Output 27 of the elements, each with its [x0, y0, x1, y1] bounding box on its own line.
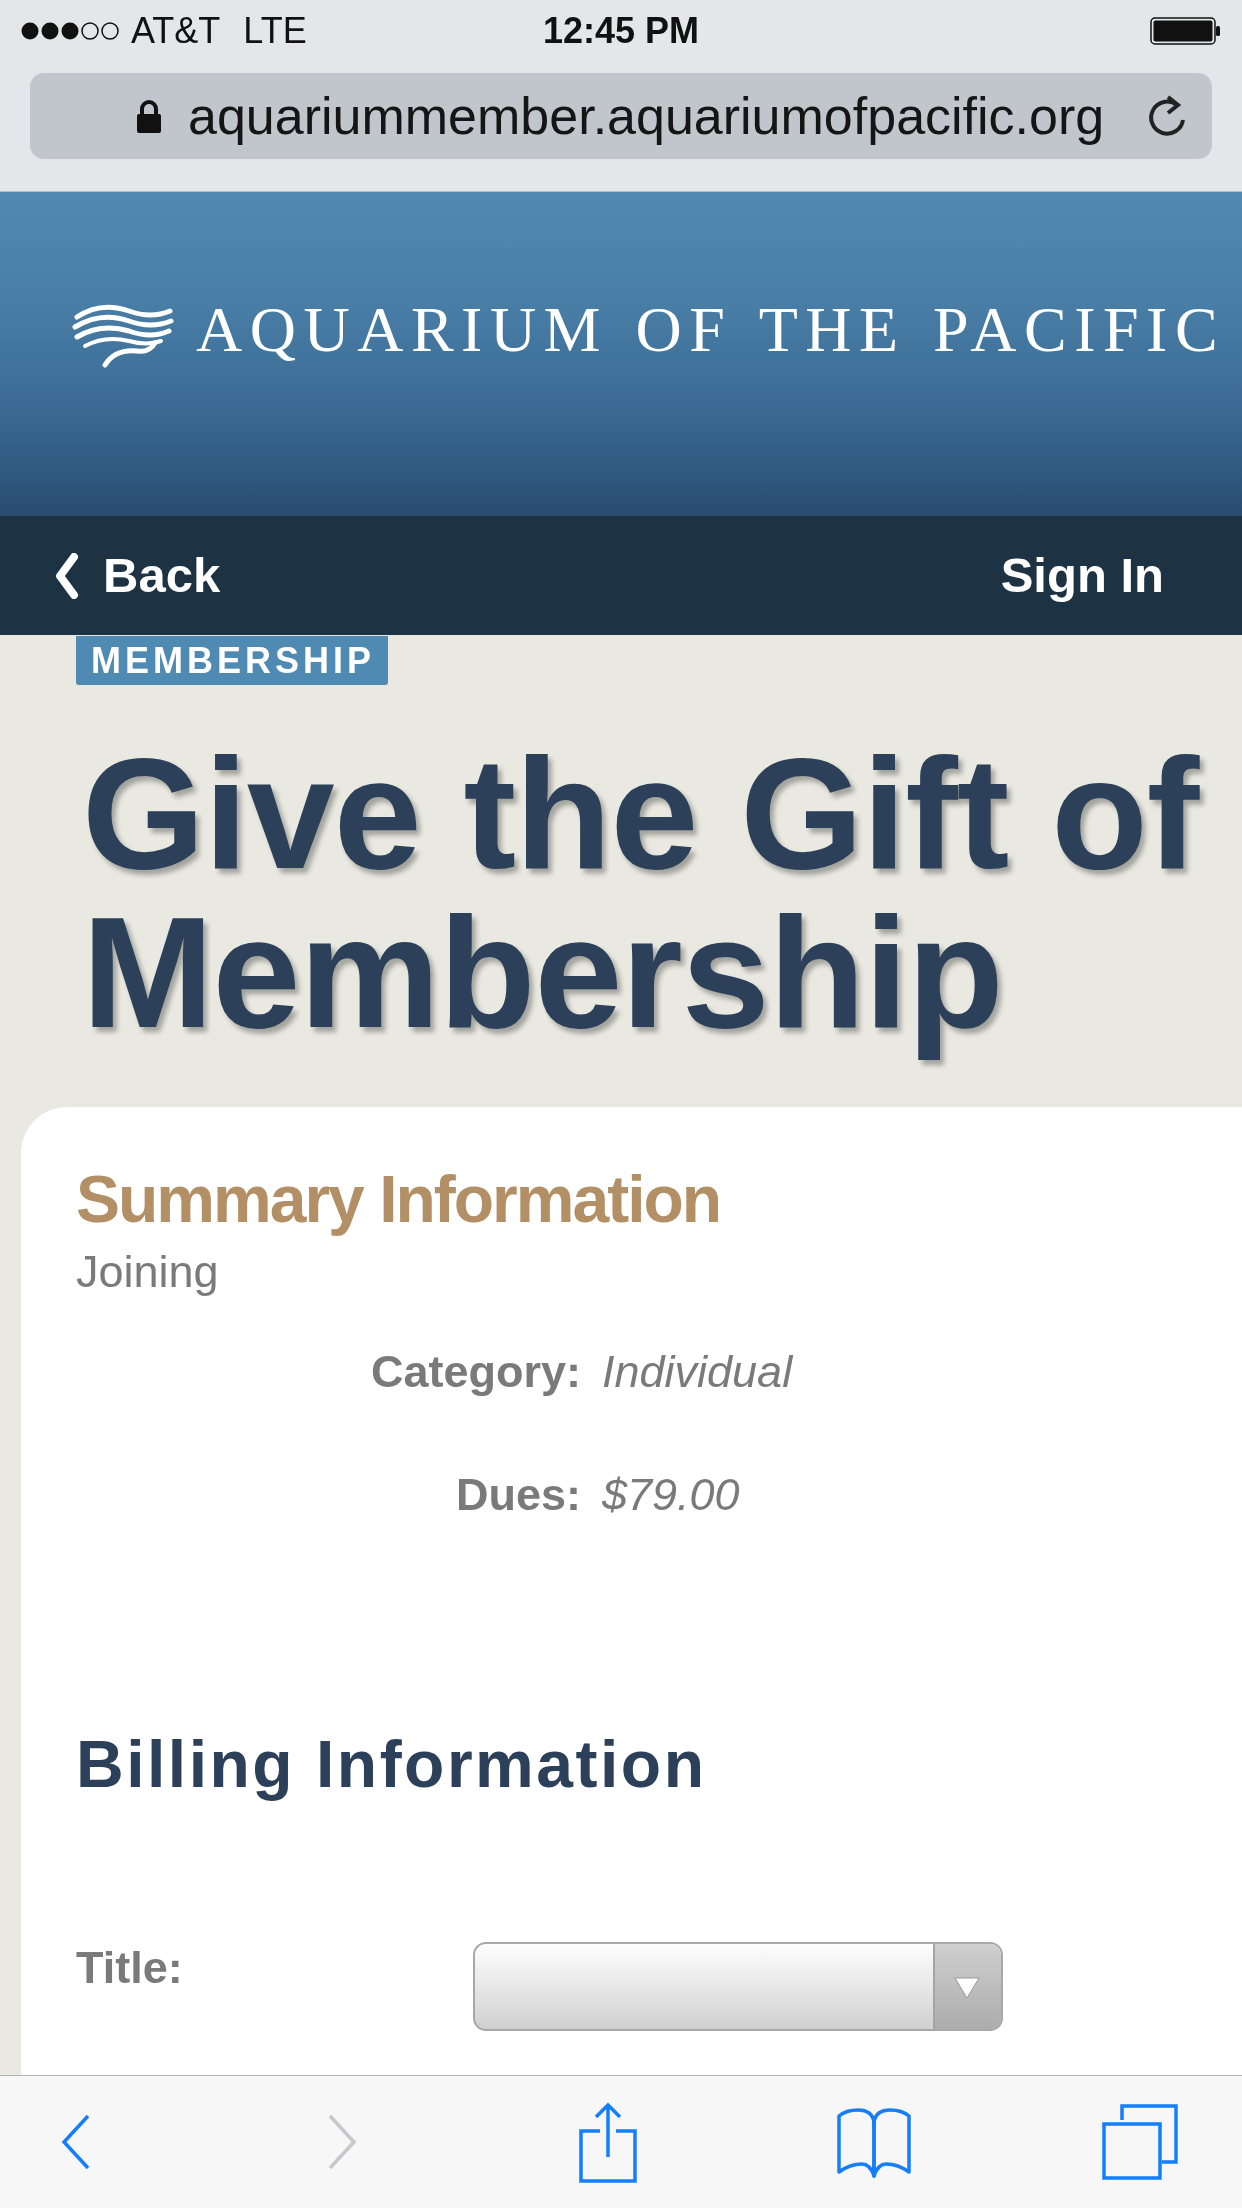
field-label: Dues:: [454, 1468, 581, 1521]
back-icon[interactable]: [61, 2114, 91, 2170]
logo-text: AQUARIUM OF THE PACIFIC: [196, 298, 1226, 362]
network-type: LTE: [243, 13, 307, 49]
chevron-left-icon: [54, 552, 79, 599]
back-link[interactable]: Back: [54, 551, 221, 600]
page-title: Give the Gift of Membership: [82, 724, 1201, 1062]
lock-icon: [135, 99, 163, 133]
field-label: Category:: [369, 1345, 581, 1398]
field-label: Title:: [76, 1942, 184, 1995]
reload-icon[interactable]: [1147, 93, 1187, 139]
clock-time: 12:45 PM: [542, 13, 700, 49]
section-heading: Billing Information: [76, 1727, 708, 1801]
section-heading: Summary Information: [76, 1163, 722, 1236]
share-icon[interactable]: [579, 2101, 637, 2183]
title-select[interactable]: [473, 1942, 1003, 2032]
carrier-name: AT&T: [131, 13, 221, 49]
address-bar[interactable]: aquariummember.aquariumofpacific.org: [30, 73, 1212, 159]
field-value: Individual: [602, 1345, 793, 1398]
signal-strength-icon: [20, 21, 120, 41]
battery-icon: [1150, 17, 1222, 45]
book-icon[interactable]: [836, 2106, 912, 2178]
overlapping-squares-icon[interactable]: [1102, 2104, 1178, 2180]
sign-in-link[interactable]: Sign In: [1000, 551, 1164, 600]
section-label: MEMBERSHIP: [76, 636, 389, 685]
membership-type: Joining: [76, 1245, 220, 1298]
field-value: $79.00: [602, 1468, 740, 1521]
